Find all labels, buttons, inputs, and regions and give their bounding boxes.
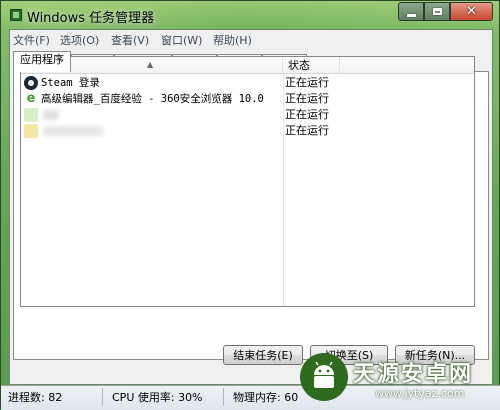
maximize-icon [432, 8, 442, 15]
menu-view[interactable]: 查看(V) [111, 32, 149, 48]
task-name: 高级编辑器_百度经验 - 360安全浏览器 10.0 [41, 93, 264, 105]
site-watermark: 天源安卓网 www.jytyaz.com [297, 348, 500, 409]
tab-applications[interactable]: 应用程序 [13, 51, 71, 72]
maximize-button[interactable] [424, 2, 450, 21]
task-manager-app-icon [10, 9, 22, 21]
list-item[interactable]: Steam 登录 正在运行 [21, 75, 474, 91]
end-task-button[interactable]: 结束任务(E) [223, 345, 303, 365]
menu-help[interactable]: 帮助(H) [213, 32, 252, 48]
watermark-title: 天源安卓网 [353, 362, 474, 387]
blurred-icon [24, 124, 38, 138]
physical-memory: 物理内存: 60 [233, 391, 299, 404]
cpu-usage: CPU 使用率: 30% [112, 391, 203, 404]
android-logo-icon [300, 353, 348, 401]
list-item[interactable]: 正在运行 [21, 123, 474, 139]
blurred-task-name [43, 126, 103, 136]
browser-icon: e [26, 91, 36, 106]
list-item[interactable]: e 高级编辑器_百度经验 - 360安全浏览器 10.0 正在运行 [21, 91, 474, 107]
close-icon: ✕ [466, 4, 477, 19]
process-count: 进程数: 82 [8, 391, 63, 404]
task-status: 正在运行 [285, 108, 329, 121]
status-separator [223, 388, 224, 406]
close-button[interactable]: ✕ [450, 2, 493, 21]
blurred-task-name [43, 110, 59, 120]
title-bar[interactable]: Windows 任务管理器 ✕ [1, 1, 500, 29]
menu-window[interactable]: 窗口(W) [161, 32, 202, 48]
status-separator [102, 388, 103, 406]
list-header: 任务 ▲ 状态 [21, 57, 474, 74]
menu-options[interactable]: 选项(O) [60, 32, 99, 48]
menu-bar: 文件(F) 选项(O) 查看(V) 窗口(W) 帮助(H) [10, 30, 492, 48]
android-robot-icon [314, 361, 334, 388]
column-header-status[interactable]: 状态 [283, 57, 340, 74]
task-status: 正在运行 [285, 124, 329, 137]
steam-icon [24, 76, 38, 90]
menu-file[interactable]: 文件(F) [13, 32, 50, 48]
task-status: 正在运行 [285, 76, 329, 89]
task-name: Steam 登录 [41, 77, 100, 89]
minimize-icon [406, 13, 416, 17]
task-list[interactable]: 任务 ▲ 状态 Steam 登录 正在运行 e 高级编辑器_百度经验 - 360… [20, 56, 475, 307]
list-item[interactable]: 正在运行 [21, 107, 474, 123]
blurred-icon [24, 108, 38, 122]
sort-ascending-icon: ▲ [147, 60, 154, 69]
watermark-url: www.jytyaz.com [375, 387, 465, 400]
task-status: 正在运行 [285, 92, 329, 105]
minimize-button[interactable] [398, 2, 424, 21]
window-title: Windows 任务管理器 [27, 11, 155, 26]
